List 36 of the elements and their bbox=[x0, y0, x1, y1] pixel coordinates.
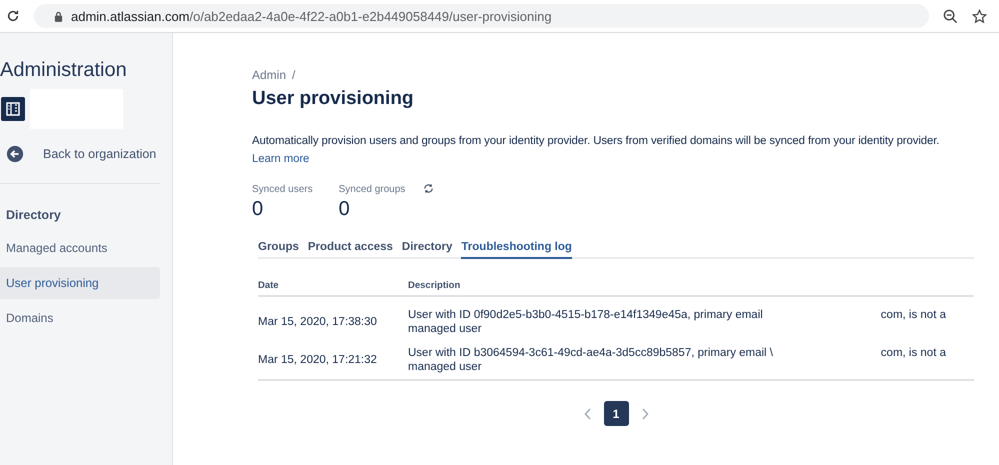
table-cell: com, is not a bbox=[880, 309, 946, 321]
table-cell: Mar 15, 2020, 17:38:30 bbox=[258, 296, 408, 341]
sidebar-item[interactable]: User provisioning bbox=[0, 267, 160, 299]
breadcrumb-link[interactable]: Admin bbox=[252, 68, 286, 82]
stat-label: Synced groups bbox=[338, 184, 406, 195]
sidebar-title: Administration bbox=[0, 59, 128, 82]
stat-value: 0 bbox=[338, 198, 351, 221]
description-text: Automatically provision users and groups from your identity provider. Users from verified domains will be synced from your identity provider. Learn more bbox=[252, 134, 940, 167]
lock-icon bbox=[54, 10, 63, 22]
stat-label: Synced users bbox=[252, 184, 313, 195]
tab[interactable]: Product access bbox=[308, 241, 393, 259]
table-cell: Mar 15, 2020, 17:21:32 bbox=[258, 341, 408, 380]
reload-icon[interactable] bbox=[6, 9, 20, 23]
page-title: User provisioning bbox=[252, 88, 415, 110]
column-header: Date bbox=[258, 280, 408, 296]
column-header: Description bbox=[408, 280, 974, 296]
learn-more-link[interactable]: Learn more bbox=[252, 153, 310, 165]
sidebar-item[interactable]: Domains bbox=[0, 302, 160, 334]
table-cell: User with ID b3064594-3c61-49cd-ae4a-3d5cc89b5857, primary email \ bbox=[408, 347, 774, 359]
section-heading: Directory bbox=[6, 208, 62, 222]
star-icon[interactable] bbox=[972, 8, 987, 24]
back-link[interactable]: Back to organization bbox=[6, 145, 172, 163]
zoom-icon[interactable] bbox=[943, 8, 958, 24]
tab[interactable]: Groups bbox=[258, 241, 299, 259]
page-button[interactable]: 1 bbox=[604, 401, 628, 426]
tab[interactable]: Directory bbox=[402, 241, 452, 259]
table-cell: com, is not a bbox=[880, 347, 946, 359]
stat-value: 0 bbox=[252, 198, 264, 221]
table-cell-text: managed user bbox=[408, 323, 483, 335]
address-bar[interactable]: admin.atlassian.com/o/ab2edaa2-4a0e-4f22-a0b1-e2b449058449/user-provisioning bbox=[34, 4, 929, 28]
breadcrumb-separator: / bbox=[292, 68, 296, 82]
table-cell: User with ID 0f90d2e5-b3b0-4515-b178-e14f1349e45a, primary email bbox=[408, 309, 763, 321]
table-cell-text: managed user bbox=[408, 361, 483, 373]
refresh-icon[interactable] bbox=[423, 183, 434, 194]
tab[interactable]: Troubleshooting log bbox=[461, 241, 572, 259]
sidebar-item[interactable]: Managed accounts bbox=[0, 232, 160, 264]
